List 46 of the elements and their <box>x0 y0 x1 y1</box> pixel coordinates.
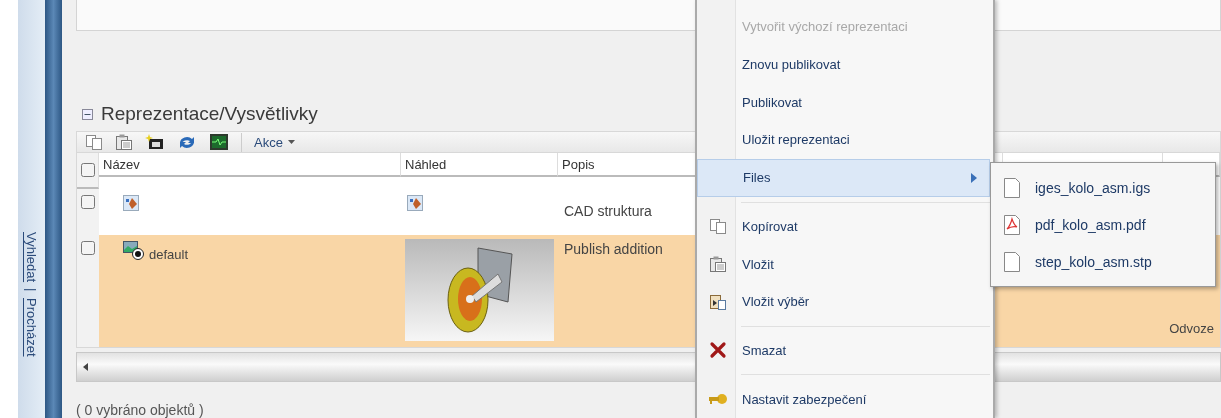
menu-item[interactable]: Smazat <box>697 331 990 370</box>
representation-name: default <box>149 247 189 262</box>
model-icon <box>123 195 139 211</box>
paste-icon <box>709 255 727 274</box>
paste-selection-icon <box>709 292 727 311</box>
copy-icon <box>85 133 103 151</box>
description-text: CAD struktura <box>564 203 652 219</box>
caret-icon <box>287 140 295 144</box>
file-menu-item[interactable]: step_kolo_asm.stp <box>991 243 1215 280</box>
menu-item[interactable]: Vložit <box>697 245 990 283</box>
monitor-icon[interactable] <box>209 133 229 151</box>
key-icon <box>708 392 728 407</box>
selection-status: ( 0 vybráno objektů ) <box>76 402 205 418</box>
link-separator: | <box>24 288 39 292</box>
actions-menu-button[interactable]: Akce <box>241 132 303 152</box>
sidebar-link[interactable]: Procházet <box>24 297 39 357</box>
menu-item[interactable]: Files <box>697 158 990 197</box>
column-header[interactable]: Název <box>99 153 401 177</box>
document-icon <box>1003 176 1021 199</box>
pdf-file-icon <box>1003 213 1021 236</box>
file-menu-item[interactable]: iges_kolo_asm.igs <box>991 169 1215 206</box>
collapse-icon[interactable] <box>82 108 93 120</box>
preview-icon <box>407 195 423 211</box>
menu-item[interactable]: Publikovat <box>697 83 990 122</box>
scroll-left-icon[interactable] <box>83 363 89 371</box>
table-cell: Odvoze <box>1169 321 1214 336</box>
paste-icon <box>115 133 133 151</box>
menu-item[interactable]: Uložit reprezentaci <box>697 121 990 159</box>
menu-item[interactable]: Kopírovat <box>697 207 990 246</box>
menu-item[interactable]: Nastavit zabezpečení <box>697 380 990 418</box>
sidebar-link[interactable]: Vyhledat <box>24 232 39 283</box>
description-text: Publish addition <box>564 241 663 257</box>
menu-item[interactable]: Znovu publikovat <box>697 45 990 84</box>
checkbox[interactable] <box>81 241 95 255</box>
column-header[interactable]: Náhled <box>401 153 558 177</box>
model-icon <box>123 241 145 261</box>
copy-icon <box>709 217 727 236</box>
new-item-icon[interactable] <box>145 133 165 151</box>
checkbox[interactable] <box>80 163 95 177</box>
refresh-icon[interactable] <box>177 134 197 150</box>
checkbox[interactable] <box>81 195 95 209</box>
section-title: Reprezentace/Vysvětlivky <box>101 103 318 125</box>
submenu-arrow-icon <box>971 172 977 183</box>
menu-item[interactable]: Vložit výběr <box>697 282 990 321</box>
delete-icon <box>709 341 727 360</box>
file-menu-item[interactable]: pdf_kolo_asm.pdf <box>991 206 1215 243</box>
